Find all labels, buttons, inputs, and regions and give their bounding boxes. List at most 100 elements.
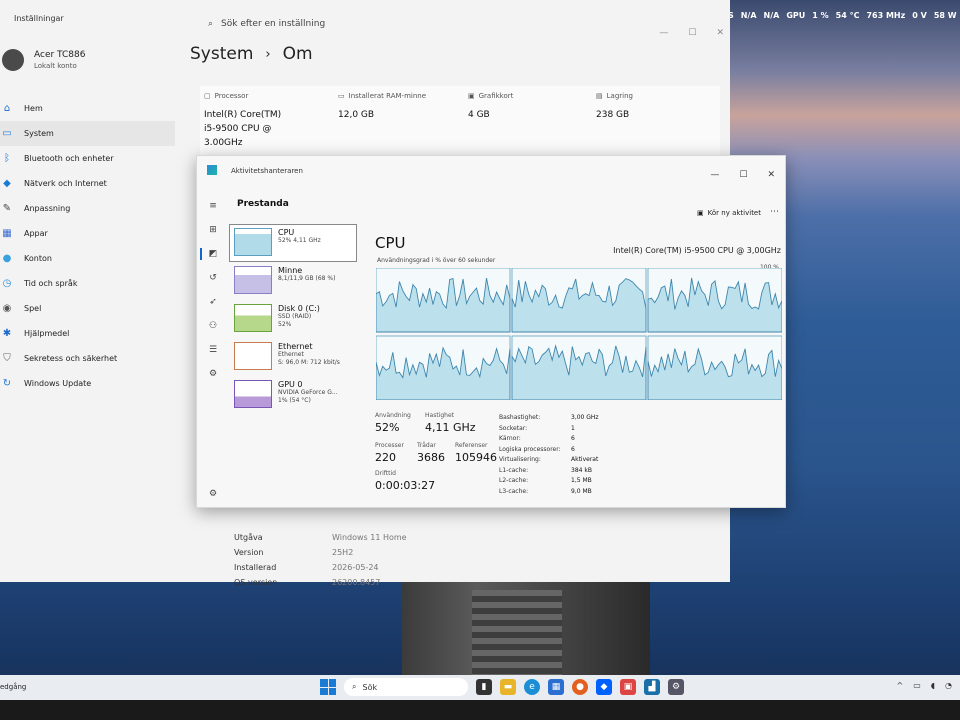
detail-key: Logiska processorer: [499, 445, 561, 453]
task-manager-sidebar: ≡ ⊞ ◩ ↺ ➶ ⚇ ☰ ⚙ ⚙ [203, 194, 223, 506]
perf-item-sub2: 52% [278, 321, 292, 328]
sidebar-item-appar[interactable]: ▦ Appar [0, 221, 175, 246]
spec-label: Installerat RAM-minne [348, 92, 427, 100]
sidebar-item-spel[interactable]: ◉ Spel [0, 296, 175, 321]
performance-icon[interactable]: ◩ [203, 242, 223, 266]
more-options-icon[interactable]: ⋯ [770, 207, 779, 217]
perf-item-name: Disk 0 (C:) [278, 304, 320, 313]
search-icon: ⌕ [208, 19, 214, 29]
perf-item-disk[interactable]: Disk 0 (C:) SSD (RAID) 52% [229, 300, 357, 338]
perf-thumbnail [234, 342, 272, 370]
hamburger-menu-icon[interactable]: ≡ [203, 194, 223, 218]
close-icon[interactable]: ✕ [716, 28, 724, 38]
perf-thumbnail [234, 380, 272, 408]
gamepad-icon: ◉ [2, 303, 12, 314]
perf-item-name: GPU 0 [278, 380, 303, 389]
chevron-up-icon[interactable]: ^ [897, 681, 904, 690]
perf-item-sub1: 8,1/11,9 GB (68 %) [278, 275, 336, 282]
firefox-icon[interactable]: ● [572, 679, 588, 695]
spec-label: Grafikkort [478, 92, 514, 100]
shield-icon: ⛉ [3, 353, 11, 364]
task-manager-window-controls: — ☐ ✕ [710, 170, 775, 180]
store-icon[interactable]: ▦ [548, 679, 564, 695]
spec-ram: ▭ Installerat RAM-minne 12,0 GB [338, 92, 426, 122]
sidebar-item-hjälpmedel[interactable]: ✱ Hjälpmedel [0, 321, 175, 346]
hardware-monitor-overlay: BPSN/AN/AGPU1 %54 °C763 MHz0 V58 W3004 M… [716, 5, 960, 25]
spec-row: Installerad 2026-05-24 [234, 560, 407, 575]
close-icon[interactable]: ✕ [767, 170, 775, 180]
spec-key: Utgåva [234, 533, 263, 542]
app-icon[interactable]: ▣ [620, 679, 636, 695]
network-icon[interactable]: ▭ [913, 681, 921, 690]
breadcrumb-system[interactable]: System [190, 44, 253, 64]
overlay-item: 1 % [812, 10, 829, 20]
sidebar-item-tid-och-språk[interactable]: ◷ Tid och språk [0, 271, 175, 296]
settings-taskbar-icon[interactable]: ⚙ [668, 679, 684, 695]
run-task-label: Kör ny aktivitet [707, 209, 761, 217]
perf-item-gpu[interactable]: GPU 0 NVIDIA GeForce G... 1% (54 °C) [229, 376, 357, 414]
perf-item-sub1: SSD (RAID) [278, 313, 312, 320]
speed-value: 4,11 GHz [425, 421, 476, 434]
spec-label: Processor [214, 92, 249, 100]
dropbox-icon[interactable]: ◆ [596, 679, 612, 695]
volume-icon[interactable]: ◖ [931, 681, 935, 690]
sidebar-item-label: Bluetooth och enheter [24, 154, 114, 163]
details-icon[interactable]: ☰ [203, 338, 223, 362]
settings-app-title: Inställningar [14, 14, 64, 23]
edge-browser-icon[interactable]: e [524, 679, 540, 695]
sidebar-item-nätverk-och-internet[interactable]: ◆ Nätverk och Internet [0, 171, 175, 196]
sidebar-item-windows-update[interactable]: ↻ Windows Update [0, 371, 175, 396]
notification-bell-icon[interactable]: ◔ [945, 681, 952, 690]
sidebar-item-system[interactable]: ▭ System [0, 121, 175, 146]
overlay-item: N/A [740, 10, 757, 20]
perf-item-mem[interactable]: Minne 8,1/11,9 GB (68 %) [229, 262, 357, 300]
task-manager-logo-icon [207, 165, 217, 175]
perf-item-cpu[interactable]: CPU 52% 4,11 GHz [229, 224, 357, 262]
sidebar-item-label: Hjälpmedel [24, 329, 70, 338]
detail-key: L2-cache: [499, 477, 529, 484]
maximize-icon[interactable]: ☐ [739, 170, 747, 180]
minimize-icon[interactable]: — [659, 28, 668, 38]
users-icon[interactable]: ⚇ [203, 314, 223, 338]
spec-val: 2026-05-24 [332, 563, 379, 572]
minimize-icon[interactable]: — [710, 170, 719, 180]
overlay-item: 763 MHz [866, 10, 906, 20]
windows-specifications: Utgåva Windows 11 Home Version 25H2 Installe… [234, 530, 407, 590]
taskbar: edgång ⌕ Sök ▮ ▬ e ▦ ● ◆ ▣ ▟ ⚙ ^ ▭ ◖ ◔ [0, 675, 960, 700]
gpu-icon: ▣ [468, 92, 475, 100]
startup-apps-icon[interactable]: ➶ [203, 290, 223, 314]
task-manager-taskbar-icon[interactable]: ▟ [644, 679, 660, 695]
sidebar-item-konton[interactable]: ● Konton [0, 246, 175, 271]
maximize-icon[interactable]: ☐ [688, 28, 696, 38]
spec-row: OS-version 26200.8457 [234, 575, 407, 590]
app-history-icon[interactable]: ↺ [203, 266, 223, 290]
detail-row: Kärnor: 6 [499, 435, 599, 446]
brush-icon: ✎ [2, 203, 12, 214]
detail-key: L1-cache: [499, 466, 529, 474]
run-task-icon: ▣ [697, 209, 704, 217]
sidebar-item-bluetooth-och-enheter[interactable]: ᛒ Bluetooth och enheter [0, 146, 175, 171]
taskbar-search[interactable]: ⌕ Sök [344, 678, 468, 696]
detail-row: L1-cache: 384 kB [499, 467, 599, 478]
perf-item-sub1: 52% 4,11 GHz [278, 237, 321, 244]
processes-icon[interactable]: ⊞ [203, 218, 223, 242]
task-manager-window: Aktivitetshanteraren — ☐ ✕ ≡ ⊞ ◩ ↺ ➶ ⚇ ☰… [196, 155, 786, 508]
settings-search-box[interactable]: ⌕ Sök efter en inställning [200, 12, 410, 36]
windows-start-icon[interactable] [320, 679, 336, 695]
sidebar-item-sekretess-och-säkerhet[interactable]: ⛉ Sekretess och säkerhet [0, 346, 175, 371]
perf-thumbnail [234, 228, 272, 256]
file-explorer-icon[interactable]: ▬ [500, 679, 516, 695]
overlay-item: GPU [786, 10, 806, 20]
section-title: Prestanda [237, 199, 289, 209]
perf-item-eth[interactable]: Ethernet Ethernet S: 96,0 M: 712 kbit/s [229, 338, 357, 376]
sidebar-item-anpassning[interactable]: ✎ Anpassning [0, 196, 175, 221]
run-new-task-button[interactable]: ▣ Kör ny aktivitet [697, 209, 761, 217]
services-icon[interactable]: ⚙ [203, 362, 223, 386]
detail-val: 6 [571, 445, 575, 453]
perf-item-name: CPU [278, 228, 295, 237]
settings-gear-icon[interactable]: ⚙ [203, 482, 223, 506]
sidebar-item-hem[interactable]: ⌂ Hem [0, 96, 175, 121]
user-profile[interactable]: Acer TC886 Lokalt konto [0, 44, 85, 76]
detail-row: L2-cache: 1,5 MB [499, 477, 599, 488]
task-view-icon[interactable]: ▮ [476, 679, 492, 695]
